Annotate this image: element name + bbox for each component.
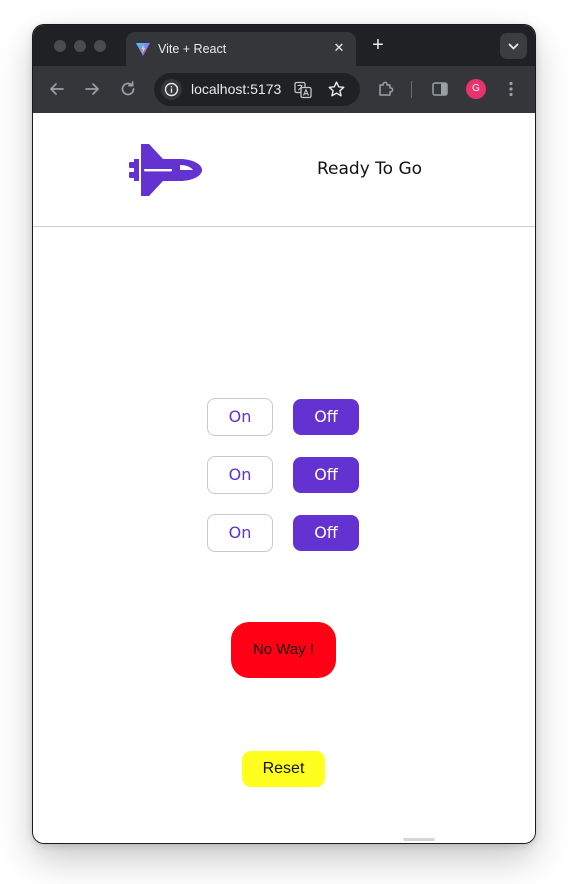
forward-arrow-icon[interactable] <box>82 79 102 99</box>
switch-row-3: On Off <box>207 514 361 552</box>
space-shuttle-icon <box>129 144 202 196</box>
browser-toolbar: localhost:5173 G <box>33 66 535 113</box>
new-tab-icon[interactable]: + <box>367 34 389 56</box>
more-menu-icon[interactable] <box>503 79 519 99</box>
back-arrow-icon[interactable] <box>47 79 67 99</box>
bookmark-star-icon[interactable] <box>327 80 346 99</box>
reset-button[interactable]: Reset <box>242 751 325 787</box>
launch-button[interactable]: No Way ! <box>231 622 336 678</box>
switch-row-1: On Off <box>207 398 361 436</box>
switch-row-2: On Off <box>207 456 361 494</box>
tab-strip: Vite + React ✕ + <box>33 25 535 66</box>
page-header: Ready To Go <box>33 113 535 227</box>
vite-logo-icon <box>136 43 150 56</box>
window-minimize-dot[interactable] <box>74 40 86 52</box>
reload-icon[interactable] <box>118 79 138 99</box>
side-panel-icon[interactable] <box>430 79 450 99</box>
window-zoom-dot[interactable] <box>94 40 106 52</box>
on-button-3[interactable]: On <box>207 514 273 552</box>
status-text: Ready To Go <box>317 159 423 179</box>
profile-avatar[interactable]: G <box>466 79 486 99</box>
site-info-button[interactable] <box>161 79 182 100</box>
on-button-2[interactable]: On <box>207 456 273 494</box>
off-button-1[interactable]: Off <box>293 399 359 435</box>
browser-window: Vite + React ✕ + localhost:5173 G Ready … <box>33 25 535 843</box>
off-button-2[interactable]: Off <box>293 457 359 493</box>
window-close-dot[interactable] <box>54 40 66 52</box>
translate-icon[interactable] <box>294 81 312 99</box>
scroll-indicator <box>403 838 435 841</box>
site-info-icon <box>164 82 179 97</box>
toolbar-divider <box>411 81 412 98</box>
on-button-1[interactable]: On <box>207 398 273 436</box>
tab-title: Vite + React <box>158 42 227 56</box>
extensions-puzzle-icon[interactable] <box>376 79 396 99</box>
tab-vite-react[interactable]: Vite + React ✕ <box>126 32 356 66</box>
page-viewport: Ready To Go On Off On Off On Off No Way … <box>33 113 535 843</box>
off-button-3[interactable]: Off <box>293 515 359 551</box>
tab-search-button[interactable] <box>500 33 527 59</box>
address-bar[interactable]: localhost:5173 <box>154 73 360 106</box>
chevron-down-icon <box>508 43 519 50</box>
address-url[interactable]: localhost:5173 <box>191 81 281 98</box>
close-tab-icon[interactable]: ✕ <box>330 39 348 57</box>
